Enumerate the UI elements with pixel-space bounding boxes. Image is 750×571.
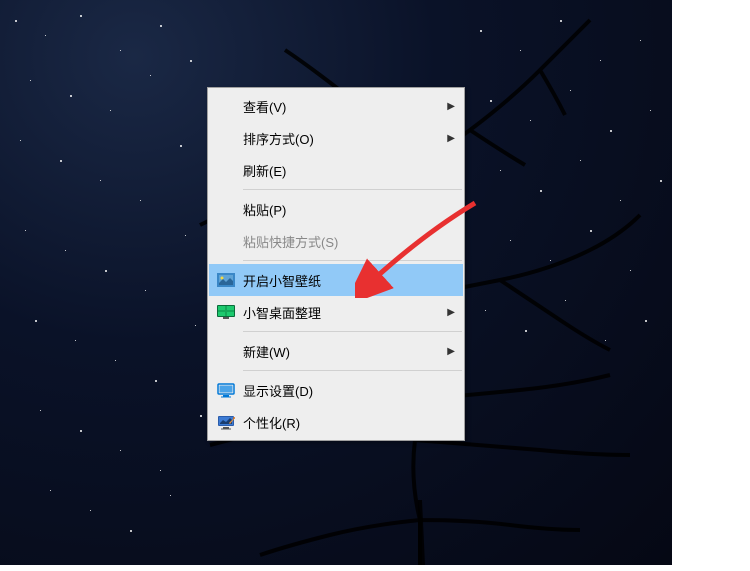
menu-label: 显示设置(D) — [243, 381, 455, 400]
menu-icon-blank — [213, 231, 239, 251]
menu-icon-blank — [213, 341, 239, 361]
menu-item-view[interactable]: 查看(V) ▶ — [209, 90, 463, 122]
menu-label: 刷新(E) — [243, 161, 455, 180]
menu-label: 排序方式(O) — [243, 129, 439, 148]
menu-label: 开启小智壁纸 — [243, 271, 455, 290]
wallpaper-icon — [213, 270, 239, 290]
menu-label: 粘贴快捷方式(S) — [243, 232, 455, 251]
menu-item-enable-wallpaper[interactable]: 开启小智壁纸 — [209, 264, 463, 296]
menu-separator — [243, 331, 462, 332]
menu-label: 个性化(R) — [243, 413, 455, 432]
menu-label: 粘贴(P) — [243, 200, 455, 219]
menu-item-sort[interactable]: 排序方式(O) ▶ — [209, 122, 463, 154]
submenu-arrow-icon: ▶ — [447, 133, 455, 144]
menu-icon-blank — [213, 128, 239, 148]
desktop-organize-icon — [213, 302, 239, 322]
menu-label: 新建(W) — [243, 342, 439, 361]
submenu-arrow-icon: ▶ — [447, 307, 455, 318]
menu-item-display-settings[interactable]: 显示设置(D) — [209, 374, 463, 406]
submenu-arrow-icon: ▶ — [447, 101, 455, 112]
desktop-context-menu: 查看(V) ▶ 排序方式(O) ▶ 刷新(E) 粘贴(P) 粘贴快捷方式(S) … — [207, 87, 465, 441]
menu-icon-blank — [213, 199, 239, 219]
menu-separator — [243, 260, 462, 261]
menu-item-refresh[interactable]: 刷新(E) — [209, 154, 463, 186]
menu-label: 小智桌面整理 — [243, 303, 439, 322]
menu-separator — [243, 370, 462, 371]
menu-item-paste-shortcut: 粘贴快捷方式(S) — [209, 225, 463, 257]
menu-icon-blank — [213, 160, 239, 180]
menu-separator — [243, 189, 462, 190]
display-settings-icon — [213, 380, 239, 400]
menu-item-personalize[interactable]: 个性化(R) — [209, 406, 463, 438]
menu-item-new[interactable]: 新建(W) ▶ — [209, 335, 463, 367]
submenu-arrow-icon: ▶ — [447, 346, 455, 357]
menu-item-desktop-organize[interactable]: 小智桌面整理 ▶ — [209, 296, 463, 328]
menu-item-paste[interactable]: 粘贴(P) — [209, 193, 463, 225]
menu-label: 查看(V) — [243, 97, 439, 116]
menu-icon-blank — [213, 96, 239, 116]
personalize-icon — [213, 412, 239, 432]
